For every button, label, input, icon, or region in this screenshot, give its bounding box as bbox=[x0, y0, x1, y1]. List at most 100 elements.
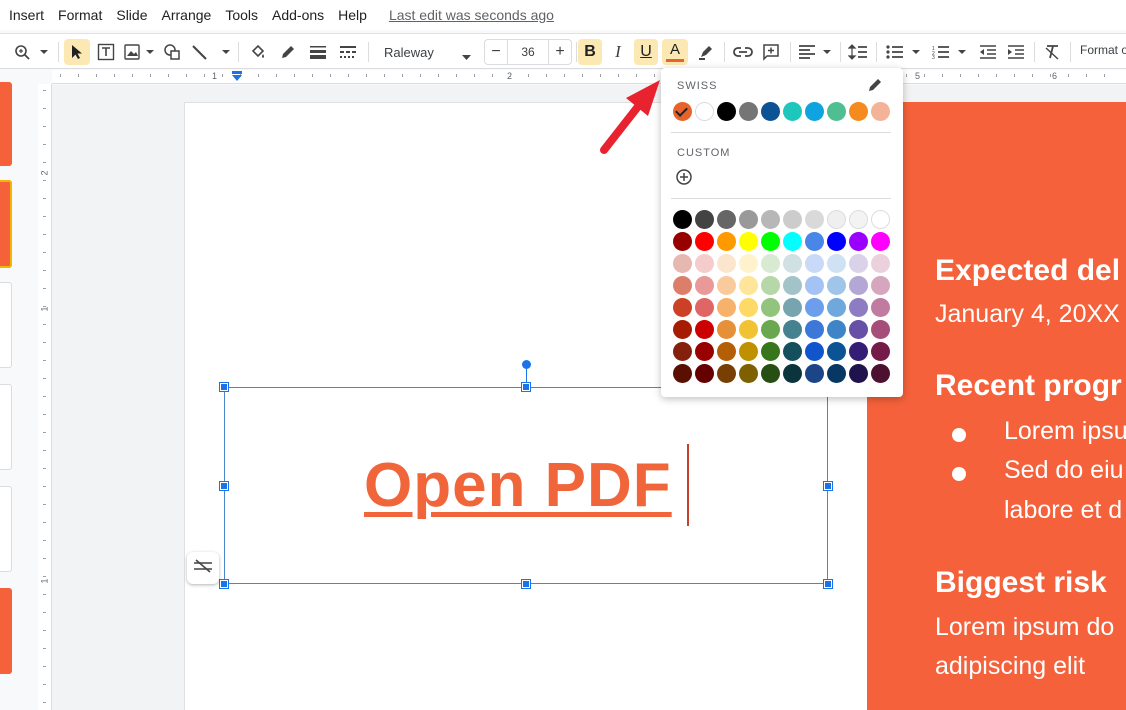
menu-format[interactable]: Format bbox=[58, 7, 102, 23]
palette-color-swatch[interactable] bbox=[827, 342, 846, 361]
palette-color-swatch[interactable] bbox=[717, 364, 736, 383]
palette-color-swatch[interactable] bbox=[717, 254, 736, 273]
slide-thumbnail[interactable] bbox=[0, 82, 12, 166]
bold-button[interactable]: B bbox=[578, 39, 602, 65]
palette-color-swatch[interactable] bbox=[673, 254, 692, 273]
increase-indent-button[interactable] bbox=[1004, 39, 1028, 65]
palette-color-swatch[interactable] bbox=[871, 254, 890, 273]
format-options-button[interactable]: Format o bbox=[1080, 43, 1126, 57]
add-custom-color-icon[interactable] bbox=[675, 168, 693, 186]
palette-color-swatch[interactable] bbox=[805, 276, 824, 295]
theme-color-swatch[interactable] bbox=[761, 102, 780, 121]
image-button[interactable] bbox=[122, 39, 156, 65]
palette-color-swatch[interactable] bbox=[849, 254, 868, 273]
resize-handle-right[interactable] bbox=[824, 482, 832, 490]
palette-color-swatch[interactable] bbox=[761, 254, 780, 273]
palette-color-swatch[interactable] bbox=[783, 254, 802, 273]
palette-color-swatch[interactable] bbox=[717, 342, 736, 361]
select-tool-button[interactable] bbox=[64, 39, 90, 65]
palette-color-swatch[interactable] bbox=[783, 320, 802, 339]
menu-insert[interactable]: Insert bbox=[9, 7, 44, 23]
palette-color-swatch[interactable] bbox=[849, 342, 868, 361]
slide-thumbnail[interactable] bbox=[0, 486, 12, 572]
italic-button[interactable]: I bbox=[606, 39, 630, 65]
palette-color-swatch[interactable] bbox=[739, 276, 758, 295]
font-size-input[interactable]: 36 bbox=[507, 40, 549, 64]
palette-color-swatch[interactable] bbox=[871, 320, 890, 339]
rotation-handle[interactable] bbox=[522, 360, 531, 369]
palette-color-swatch[interactable] bbox=[849, 364, 868, 383]
palette-color-swatch[interactable] bbox=[717, 298, 736, 317]
palette-color-swatch[interactable] bbox=[739, 364, 758, 383]
menu-help[interactable]: Help bbox=[338, 7, 367, 23]
insert-link-button[interactable] bbox=[730, 39, 756, 65]
palette-color-swatch[interactable] bbox=[849, 276, 868, 295]
palette-color-swatch[interactable] bbox=[805, 320, 824, 339]
palette-color-swatch[interactable] bbox=[805, 342, 824, 361]
palette-color-swatch[interactable] bbox=[805, 298, 824, 317]
palette-color-swatch[interactable] bbox=[849, 320, 868, 339]
palette-color-swatch[interactable] bbox=[783, 276, 802, 295]
resize-handle-left[interactable] bbox=[220, 482, 228, 490]
palette-color-swatch[interactable] bbox=[761, 232, 780, 251]
bulleted-list-button[interactable] bbox=[884, 39, 924, 65]
font-family-select[interactable]: Raleway bbox=[376, 39, 476, 65]
resize-handle-bottom-left[interactable] bbox=[220, 580, 228, 588]
palette-color-swatch[interactable] bbox=[827, 254, 846, 273]
palette-color-swatch[interactable] bbox=[783, 298, 802, 317]
palette-color-swatch[interactable] bbox=[695, 364, 714, 383]
indent-marker-icon[interactable] bbox=[232, 71, 242, 81]
text-box-button[interactable] bbox=[94, 39, 118, 65]
palette-color-swatch[interactable] bbox=[871, 210, 890, 229]
palette-color-swatch[interactable] bbox=[871, 232, 890, 251]
decrease-font-size-button[interactable]: − bbox=[485, 40, 507, 64]
palette-color-swatch[interactable] bbox=[717, 232, 736, 251]
numbered-list-button[interactable]: 123 bbox=[930, 39, 970, 65]
theme-color-swatch[interactable] bbox=[849, 102, 868, 121]
palette-color-swatch[interactable] bbox=[673, 364, 692, 383]
palette-color-swatch[interactable] bbox=[805, 232, 824, 251]
palette-color-swatch[interactable] bbox=[761, 364, 780, 383]
theme-color-swatch[interactable] bbox=[739, 102, 758, 121]
theme-color-swatch[interactable] bbox=[695, 102, 714, 121]
edit-theme-pencil-icon[interactable] bbox=[867, 77, 883, 93]
palette-color-swatch[interactable] bbox=[673, 320, 692, 339]
palette-color-swatch[interactable] bbox=[805, 364, 824, 383]
palette-color-swatch[interactable] bbox=[673, 298, 692, 317]
palette-color-swatch[interactable] bbox=[783, 364, 802, 383]
palette-color-swatch[interactable] bbox=[827, 276, 846, 295]
align-button[interactable] bbox=[796, 39, 834, 65]
fill-color-button[interactable] bbox=[246, 39, 270, 65]
palette-color-swatch[interactable] bbox=[761, 298, 780, 317]
highlight-button[interactable] bbox=[694, 39, 718, 65]
horizontal-ruler[interactable]: 1 2 3 4 5 6 bbox=[52, 70, 1126, 84]
palette-color-swatch[interactable] bbox=[761, 276, 780, 295]
palette-color-swatch[interactable] bbox=[783, 342, 802, 361]
theme-color-swatch[interactable] bbox=[871, 102, 890, 121]
border-dash-button[interactable] bbox=[336, 39, 360, 65]
increase-font-size-button[interactable]: + bbox=[549, 40, 571, 64]
palette-color-swatch[interactable] bbox=[739, 210, 758, 229]
palette-color-swatch[interactable] bbox=[695, 320, 714, 339]
palette-color-swatch[interactable] bbox=[695, 342, 714, 361]
palette-color-swatch[interactable] bbox=[695, 276, 714, 295]
last-edit-link[interactable]: Last edit was seconds ago bbox=[389, 7, 554, 23]
menu-add-ons[interactable]: Add-ons bbox=[272, 7, 324, 23]
palette-color-swatch[interactable] bbox=[739, 254, 758, 273]
palette-color-swatch[interactable] bbox=[827, 210, 846, 229]
theme-color-swatch[interactable] bbox=[717, 102, 736, 121]
palette-color-swatch[interactable] bbox=[739, 342, 758, 361]
palette-color-swatch[interactable] bbox=[849, 298, 868, 317]
palette-color-swatch[interactable] bbox=[849, 210, 868, 229]
slide-thumbnail[interactable] bbox=[0, 588, 12, 674]
theme-color-swatch[interactable] bbox=[805, 102, 824, 121]
resize-handle-bottom[interactable] bbox=[522, 580, 530, 588]
palette-color-swatch[interactable] bbox=[827, 364, 846, 383]
menu-tools[interactable]: Tools bbox=[225, 7, 258, 23]
theme-color-swatch[interactable] bbox=[783, 102, 802, 121]
clear-formatting-button[interactable] bbox=[1040, 39, 1064, 65]
border-color-button[interactable] bbox=[276, 39, 300, 65]
theme-color-swatch[interactable] bbox=[827, 102, 846, 121]
palette-color-swatch[interactable] bbox=[783, 210, 802, 229]
slide-thumbnail[interactable] bbox=[0, 282, 12, 368]
